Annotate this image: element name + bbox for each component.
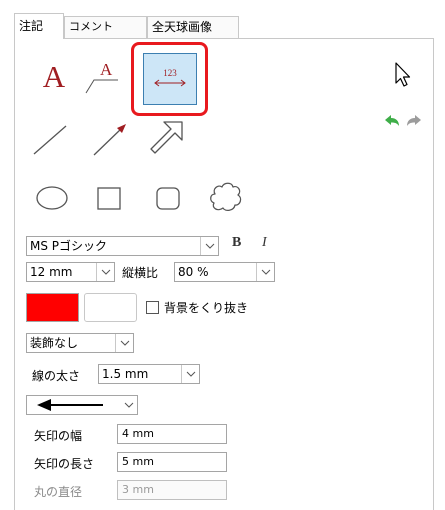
decoration-value: 装飾なし: [30, 336, 79, 350]
tab-comment-label: コメント: [69, 20, 113, 33]
chevron-down-icon: [186, 371, 195, 377]
arrow-width-label: 矢印の幅: [34, 429, 83, 443]
rectangle-tool[interactable]: [92, 180, 126, 216]
font-size-value: 12 mm: [30, 265, 73, 279]
chevron-down-icon: [261, 269, 270, 275]
aspect-ratio-value: 80 %: [178, 265, 209, 279]
decoration-dropdown: [115, 334, 133, 352]
font-family-select[interactable]: MS Pゴシック: [26, 236, 219, 256]
rounded-rectangle-icon: [156, 187, 180, 210]
font-size-dropdown: [96, 263, 114, 281]
tab-comment[interactable]: コメント: [64, 16, 147, 39]
tab-annotation[interactable]: 注記: [14, 13, 64, 39]
line-icon: [33, 125, 67, 155]
rectangle-icon: [97, 187, 121, 210]
leader-line-icon: [85, 79, 118, 94]
redo-button[interactable]: [404, 112, 424, 130]
text-color-swatch[interactable]: [26, 293, 79, 322]
aspect-ratio-label: 縦横比: [122, 266, 159, 280]
cursor-arrow-icon: [395, 62, 411, 87]
decoration-select[interactable]: 装飾なし: [26, 333, 134, 353]
line-width-select[interactable]: 1.5 mm: [98, 364, 200, 384]
tab-panorama-label: 全天球画像: [152, 20, 213, 34]
dimension-tool[interactable]: 123: [143, 53, 197, 105]
text-tool[interactable]: A: [36, 56, 72, 96]
undo-button[interactable]: [382, 112, 402, 130]
transparent-bg-label: 背景をくり抜き: [164, 301, 249, 315]
aspect-ratio-dropdown: [256, 263, 274, 281]
arrow-width-input[interactable]: 4 mm: [117, 424, 227, 444]
italic-button[interactable]: I: [262, 235, 267, 251]
tab-strip: 注記 コメント 全天球画像: [14, 13, 434, 39]
arrow-line-icon: [93, 124, 126, 156]
ellipse-icon: [36, 186, 68, 210]
dimension-arrow-icon: [154, 79, 186, 87]
arrow-length-label: 矢印の長さ: [34, 457, 95, 471]
cloud-icon: [210, 182, 242, 212]
redo-icon: [407, 115, 421, 126]
cloud-tool[interactable]: [206, 178, 246, 218]
tab-panorama[interactable]: 全天球画像: [147, 16, 239, 39]
arrow-length-input[interactable]: 5 mm: [117, 452, 227, 472]
chevron-down-icon: [124, 402, 133, 408]
font-size-select[interactable]: 12 mm: [26, 262, 115, 282]
arrow-tool[interactable]: [88, 118, 132, 162]
undo-icon: [385, 115, 399, 126]
line-tool[interactable]: [28, 118, 72, 162]
line-width-dropdown: [181, 365, 199, 383]
arrow-style-select[interactable]: [26, 395, 138, 415]
arrow-style-dropdown: [120, 396, 137, 414]
chevron-down-icon: [205, 243, 214, 249]
leader-text-tool[interactable]: A: [82, 56, 122, 96]
left-arrow-icon: [37, 399, 103, 411]
line-width-value: 1.5 mm: [102, 367, 149, 381]
chevron-down-icon: [101, 269, 110, 275]
font-family-dropdown: [200, 237, 218, 255]
transparent-bg-checkbox[interactable]: [146, 301, 159, 314]
block-arrow-icon: [150, 121, 183, 154]
block-arrow-tool[interactable]: [142, 116, 188, 162]
aspect-ratio-select[interactable]: 80 %: [174, 262, 275, 282]
background-color-swatch[interactable]: [84, 293, 137, 322]
rounded-rectangle-tool[interactable]: [150, 180, 186, 216]
font-family-value: MS Pゴシック: [30, 239, 108, 253]
line-width-label: 線の太さ: [32, 369, 81, 383]
circle-diameter-label: 丸の直径: [34, 485, 83, 499]
text-tool-glyph: A: [42, 58, 66, 94]
select-cursor-tool[interactable]: [390, 60, 414, 90]
bold-button[interactable]: B: [232, 235, 241, 251]
circle-diameter-input: 3 mm: [117, 480, 227, 500]
tab-annotation-label: 注記: [19, 19, 44, 33]
chevron-down-icon: [120, 340, 129, 346]
ellipse-tool[interactable]: [30, 180, 74, 216]
